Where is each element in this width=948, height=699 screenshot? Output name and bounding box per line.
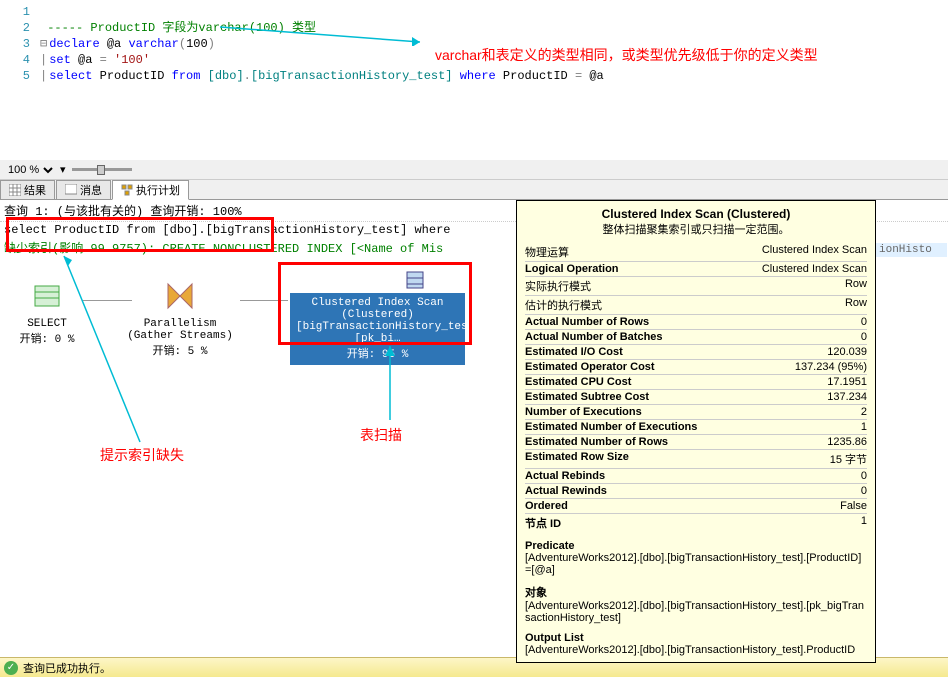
plan-node-select[interactable]: SELECT 开销: 0 % bbox=[12, 280, 82, 346]
tooltip-object-label: 对象 bbox=[525, 584, 867, 600]
tooltip-row: Logical OperationClustered Index Scan bbox=[525, 261, 867, 276]
editor-line[interactable]: 5|select ProductID from [dbo].[bigTransa… bbox=[0, 68, 948, 84]
tooltip-subtitle: 整体扫描聚集索引或只扫描一定范围。 bbox=[525, 221, 867, 237]
tooltip-output-label: Output List bbox=[525, 632, 867, 644]
annotation-varchar: varchar和表定义的类型相同，或类型优先级低于你的定义类型 bbox=[435, 45, 818, 65]
tooltip-row: 节点 ID1 bbox=[525, 513, 867, 532]
tooltip-row: Actual Rebinds0 bbox=[525, 468, 867, 483]
editor-line[interactable]: 2 ----- ProductID 字段为varchar(100) 类型 bbox=[0, 20, 948, 36]
tooltip-row: Estimated Number of Rows1235.86 bbox=[525, 434, 867, 449]
status-text: 查询已成功执行。 bbox=[23, 660, 111, 676]
tooltip-row: 物理运算Clustered Index Scan bbox=[525, 243, 867, 261]
line-number: 5 bbox=[0, 68, 40, 84]
tooltip-row: Actual Number of Rows0 bbox=[525, 314, 867, 329]
highlight-table-scan bbox=[278, 262, 472, 345]
plan-node-parallelism[interactable]: Parallelism (Gather Streams) 开销: 5 % bbox=[120, 280, 240, 358]
tooltip-row: Estimated I/O Cost120.039 bbox=[525, 344, 867, 359]
tooltip-row: 估计的执行模式Row bbox=[525, 295, 867, 314]
zoom-slider[interactable] bbox=[72, 168, 132, 171]
tooltip-row: Number of Executions2 bbox=[525, 404, 867, 419]
tooltip-row: OrderedFalse bbox=[525, 498, 867, 513]
code-content[interactable]: ⊟declare @a varchar(100) bbox=[40, 36, 215, 52]
tooltip-row: Estimated CPU Cost17.1951 bbox=[525, 374, 867, 389]
line-number: 2 bbox=[0, 20, 40, 36]
tooltip-row: Estimated Number of Executions1 bbox=[525, 419, 867, 434]
results-tabs: 结果 消息 执行计划 bbox=[0, 180, 948, 200]
operator-tooltip: Clustered Index Scan (Clustered) 整体扫描聚集索… bbox=[516, 200, 876, 663]
zoom-bar: 100 % ▾ bbox=[0, 160, 948, 180]
line-number: 3 bbox=[0, 36, 40, 52]
tooltip-predicate-text: [AdventureWorks2012].[dbo].[bigTransacti… bbox=[525, 552, 867, 576]
code-content[interactable]: |set @a = '100' bbox=[40, 52, 150, 68]
tooltip-predicate-label: Predicate bbox=[525, 540, 867, 552]
annotation-missing-index: 提示索引缺失 bbox=[100, 445, 184, 465]
node-select-label: SELECT bbox=[12, 318, 82, 330]
tooltip-object-text: [AdventureWorks2012].[dbo].[bigTransacti… bbox=[525, 600, 867, 624]
editor-line[interactable]: 1 bbox=[0, 4, 948, 20]
tooltip-row: 实际执行模式Row bbox=[525, 276, 867, 295]
node-parallelism-label1: Parallelism bbox=[120, 318, 240, 330]
sql-editor[interactable]: 1 2 ----- ProductID 字段为varchar(100) 类型3⊟… bbox=[0, 0, 948, 160]
tooltip-row: Estimated Operator Cost137.234 (95%) bbox=[525, 359, 867, 374]
tab-results[interactable]: 结果 bbox=[0, 180, 55, 199]
tab-messages-label: 消息 bbox=[80, 182, 102, 198]
code-content[interactable]: ----- ProductID 字段为varchar(100) 类型 bbox=[40, 20, 316, 36]
highlight-missing-index bbox=[6, 217, 274, 252]
tab-plan-label: 执行计划 bbox=[136, 182, 180, 198]
node-parallelism-cost: 开销: 5 % bbox=[120, 342, 240, 358]
tooltip-row: Actual Number of Batches0 bbox=[525, 329, 867, 344]
status-success-icon: ✓ bbox=[4, 661, 18, 675]
tab-results-label: 结果 bbox=[24, 182, 46, 198]
execution-plan-panel[interactable]: 查询 1: (与该批有关的) 查询开销: 100% select Product… bbox=[0, 200, 948, 660]
code-content[interactable] bbox=[40, 4, 47, 20]
line-number: 1 bbox=[0, 4, 40, 20]
node-select-cost: 开销: 0 % bbox=[12, 330, 82, 346]
truncated-text: ionHisto bbox=[875, 243, 947, 257]
code-content[interactable]: |select ProductID from [dbo].[bigTransac… bbox=[40, 68, 604, 84]
scan-cost: 开销: 95 % bbox=[296, 345, 459, 361]
line-number: 4 bbox=[0, 52, 40, 68]
tab-execution-plan[interactable]: 执行计划 bbox=[112, 180, 189, 200]
annotation-table-scan: 表扫描 bbox=[360, 425, 402, 445]
tooltip-title: Clustered Index Scan (Clustered) bbox=[525, 207, 867, 221]
tooltip-output-text: [AdventureWorks2012].[dbo].[bigTransacti… bbox=[525, 644, 867, 656]
tab-messages[interactable]: 消息 bbox=[56, 180, 111, 199]
tooltip-row: Estimated Row Size15 字节 bbox=[525, 449, 867, 468]
tooltip-row: Actual Rewinds0 bbox=[525, 483, 867, 498]
zoom-select[interactable]: 100 % bbox=[4, 163, 56, 177]
tooltip-row: Estimated Subtree Cost137.234 bbox=[525, 389, 867, 404]
node-parallelism-label2: (Gather Streams) bbox=[120, 330, 240, 342]
